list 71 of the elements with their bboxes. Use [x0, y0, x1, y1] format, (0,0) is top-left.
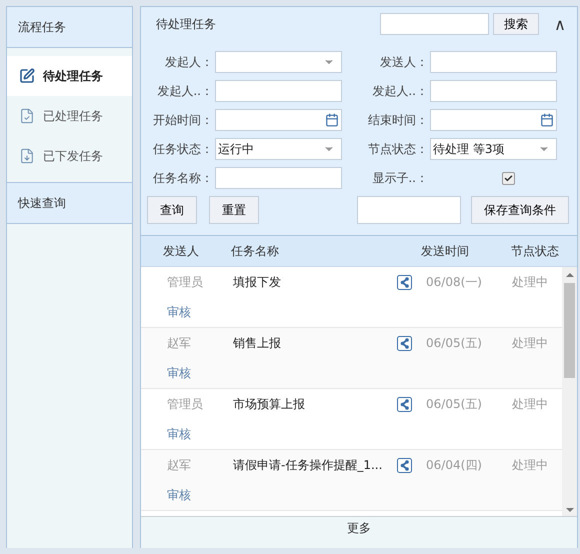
node-link[interactable]: 审核: [141, 304, 233, 320]
calendar-icon[interactable]: [540, 113, 554, 127]
scrollbar[interactable]: [562, 267, 577, 516]
input-field[interactable]: [215, 80, 342, 102]
query-button[interactable]: 查询: [147, 196, 197, 224]
field-label: 发起人..：: [156, 82, 213, 100]
share-icon[interactable]: [396, 336, 412, 350]
field-label: 任务名称：: [152, 170, 213, 186]
field-label: 开始时间：: [152, 112, 213, 128]
table-cell-text: 06/08(一): [425, 274, 483, 290]
input-field[interactable]: [215, 167, 342, 189]
search-field[interactable]: [380, 13, 489, 35]
node-link[interactable]: 审核: [141, 426, 233, 442]
field-label: 显示子..：: [371, 170, 428, 186]
node-link[interactable]: 审核: [141, 364, 233, 382]
calendar-icon[interactable]: [325, 113, 339, 127]
table-cell-text: 填报下发: [233, 274, 282, 290]
table-cell-text: 06/05(五): [425, 334, 483, 352]
field-label: 发起人：: [164, 54, 213, 70]
column-header: 节点状态: [511, 242, 560, 260]
collapse-toggle[interactable]: ∧: [551, 14, 569, 34]
table-cell-text: 处理中: [512, 396, 549, 412]
select-field[interactable]: 运行中: [215, 138, 342, 160]
column-header: 任务名称: [231, 242, 280, 260]
field-label: 发起人..：: [371, 82, 428, 100]
sidebar-item[interactable]: 已处理任务: [7, 96, 132, 136]
more-button[interactable]: 更多: [141, 516, 577, 548]
input-field[interactable]: [430, 80, 557, 102]
field-label: 节点状态：: [367, 140, 428, 158]
checkbox[interactable]: [502, 172, 515, 184]
panel-title: 待处理任务: [155, 16, 217, 32]
sidebar-item[interactable]: 已下发任务: [7, 136, 132, 176]
column-header: 发送时间: [421, 242, 470, 260]
document-arrow-icon: [19, 148, 35, 164]
sidebar-item[interactable]: 待处理任务: [7, 56, 132, 96]
table-cell-text: 管理员: [166, 274, 204, 290]
share-icon[interactable]: [396, 396, 412, 412]
table-cell-text: 销售上报: [233, 334, 282, 352]
table-cell-text: 管理员: [166, 396, 204, 412]
table-row[interactable]: 赵军 请假申请-任务操作提醒_1... 06/04(四) 处理中 审核: [141, 450, 562, 511]
sidebar-section-title[interactable]: 快速查询: [7, 182, 132, 224]
table-cell-text: 06/04(四): [425, 456, 483, 474]
reset-button[interactable]: 重置: [209, 196, 259, 224]
select-field[interactable]: 待处理 等3项: [430, 138, 557, 160]
date-field[interactable]: [215, 109, 342, 131]
table-row[interactable]: 赵军 销售上报 06/05(五) 处理中 审核: [141, 328, 562, 389]
table-cell-text: 赵军: [166, 456, 192, 474]
edit-icon: [19, 68, 35, 84]
select-field[interactable]: [215, 51, 342, 73]
field-label: 任务状态：: [152, 140, 213, 158]
date-field[interactable]: [430, 109, 557, 131]
column-header: 发送人: [162, 242, 200, 260]
input-field[interactable]: [357, 196, 461, 224]
checkmark-icon: [504, 174, 513, 182]
share-icon[interactable]: [396, 458, 412, 472]
table-cell-text: 处理中: [512, 456, 549, 474]
field-label: 发送人：: [379, 54, 428, 70]
table-cell-text: 处理中: [512, 334, 549, 352]
table-cell-text: 市场预算上报: [233, 396, 306, 412]
node-link[interactable]: 审核: [141, 486, 233, 504]
document-check-icon: [19, 108, 35, 124]
search-button[interactable]: 搜索: [493, 13, 539, 35]
table-cell-text: 06/05(五): [425, 396, 483, 412]
share-icon[interactable]: [396, 274, 412, 290]
table-cell-text: 处理中: [512, 274, 549, 290]
table-cell-text: 请假申请-任务操作提醒_1...: [233, 456, 384, 474]
input-field[interactable]: [430, 51, 557, 73]
sidebar-section-title[interactable]: 流程任务: [7, 7, 132, 48]
table-cell-text: 赵军: [166, 334, 192, 352]
save-query-button[interactable]: 保存查询条件: [471, 196, 569, 224]
field-label: 结束时间：: [367, 112, 428, 128]
